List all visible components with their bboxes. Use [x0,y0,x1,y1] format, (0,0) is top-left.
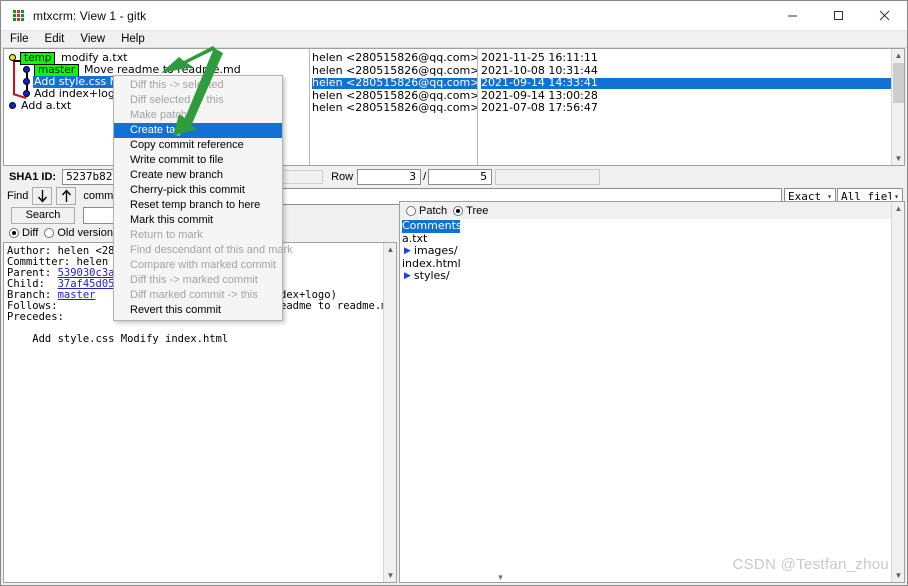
commit-node [23,78,30,85]
find-prev-up-icon[interactable] [56,187,77,205]
date-cell: 2021-11-25 16:11:11 [481,51,598,64]
commit-node [23,90,30,97]
minimize-button[interactable] [769,1,815,30]
ctx-reset-temp-branch-here[interactable]: Reset temp branch to here [114,198,282,213]
row-extra-spacer [495,169,601,185]
date-cell-selected: 2021-09-14 14:33:41 [481,77,904,89]
scroll-down-icon[interactable]: ▼ [892,569,904,582]
scroll-up-icon[interactable]: ▲ [384,243,396,256]
gitk-icon [10,8,26,24]
author-cell-selected: helen <280515826@qq.com> [312,76,478,89]
tree-item-label: styles/ [413,269,450,282]
detail-child-tail: eadme to readme.md) [280,300,397,312]
tree-item-comments[interactable]: Comments [402,219,462,233]
ctx-create-new-branch[interactable]: Create new branch [114,168,282,183]
close-button[interactable] [861,1,907,30]
tree-item-a-txt[interactable]: a.txt [402,232,891,246]
row-separator: / [423,171,427,183]
ctx-diff-this-to-marked: Diff this -> marked commit [130,274,258,286]
watermark: CSDN @Testfan_zhou [732,556,889,573]
author-cell: helen <280515826@qq.com> [312,63,478,77]
title-bar: mtxcrm: View 1 - gitk [1,1,907,31]
commit-subject: Add a.txt [21,99,72,112]
tree-scrollbar[interactable]: ▲ ▼ [891,202,904,582]
ctx-compare-with-marked: Compare with marked commit [130,259,277,271]
scroll-down-icon[interactable]: ▼ [384,569,396,582]
row-total-input: 5 [428,169,493,185]
tree-item-images[interactable]: ▶ images/ [402,244,891,258]
row-label: Row [331,171,354,183]
menu-edit[interactable]: Edit [38,31,72,47]
ctx-mark-this-commit[interactable]: Mark this commit [114,213,282,228]
ctx-diff-this-to-selected: Diff this -> selected [130,79,224,91]
ctx-find-descendant: Find descendant of this and mark [130,244,293,256]
commit-context-menu: Diff this -> selected Diff selected -> t… [113,75,293,321]
ctx-make-patch: Make patch [130,109,187,121]
tree-item-label: images/ [413,244,458,257]
date-cell: 2021-10-08 10:31:44 [481,63,598,77]
scroll-up-icon[interactable]: ▲ [892,49,904,62]
row-current-input[interactable]: 3 [357,169,422,185]
radio-diff-label: Diff [22,227,39,239]
window-title: mtxcrm: View 1 - gitk [33,8,147,23]
scroll-down-icon[interactable]: ▼ [892,152,904,165]
find-label: Find [7,190,29,202]
gitk-window: mtxcrm: View 1 - gitk File Edit View Hel… [0,0,908,586]
ctx-diff-selected-to-this: Diff selected -> this [130,94,224,106]
radio-old-version[interactable]: Old version [44,227,113,239]
file-tree-list[interactable]: Comments a.txt ▶ images/ index.html ▶ styl… [400,219,891,582]
maximize-button[interactable] [815,1,861,30]
author-column: helen <280515826@qq.com> helen <28051582… [310,49,478,165]
date-column: 2021-11-25 16:11:11 2021-10-08 10:31:44 … [478,49,904,165]
scrollbar-thumb[interactable] [893,63,904,103]
date-cell: 2021-07-08 17:56:47 [481,101,598,114]
radio-tree[interactable]: Tree [453,205,488,217]
commit-list-scrollbar[interactable]: ▲ ▼ [891,49,904,165]
file-tree-pane: Patch Tree Comments a.txt ▶ images/ index… [399,201,905,583]
ctx-return-to-mark: Return to mark [130,229,203,241]
radio-patch[interactable]: Patch [406,205,447,217]
patch-tree-toggle: Patch Tree [400,202,904,219]
tree-item-index-html[interactable]: index.html [402,257,891,271]
menu-help[interactable]: Help [114,31,152,47]
author-cell: helen <280515826@qq.com> [312,101,478,114]
ctx-diff-marked-to-this: Diff marked commit -> this [130,289,258,301]
tree-item-styles[interactable]: ▶ styles/ [402,269,891,283]
date-cell: 2021-09-14 13:00:28 [481,88,598,102]
ctx-copy-commit-reference[interactable]: Copy commit reference [114,138,282,153]
menu-file[interactable]: File [3,31,36,47]
commit-node [9,102,16,109]
branch-link[interactable]: master [58,289,96,301]
menu-view[interactable]: View [73,31,112,47]
scroll-up-icon[interactable]: ▲ [892,202,904,215]
window-controls [769,1,907,30]
commit-node-head [9,54,16,61]
radio-old-version-label: Old version [57,227,113,239]
tree-item-label: Comments [402,219,462,232]
radio-patch-label: Patch [419,204,448,217]
sha1-id-label: SHA1 ID: [9,171,57,183]
radio-indicator [453,205,464,216]
radio-tree-label: Tree [466,204,489,217]
ctx-cherry-pick-this-commit[interactable]: Cherry-pick this commit [114,183,282,198]
author-cell: helen <280515826@qq.com> [312,51,478,64]
commit-message: Add style.css Modify index.html [7,333,229,345]
triangle-right-icon[interactable]: ▶ [404,270,411,283]
ctx-write-commit-to-file[interactable]: Write commit to file [114,153,282,168]
details-scrollbar[interactable]: ▲ ▼ [383,243,396,582]
ctx-revert-this-commit[interactable]: Revert this commit [114,303,282,318]
commit-node [23,66,30,73]
triangle-right-icon[interactable]: ▶ [404,245,411,258]
radio-indicator [9,228,19,238]
author-cell: helen <280515826@qq.com> [312,88,478,102]
radio-indicator [44,228,55,238]
find-next-down-icon[interactable] [32,187,53,205]
details-scroll-down-icon[interactable]: ▼ [495,572,506,583]
menu-bar: File Edit View Help [1,31,907,48]
radio-diff[interactable]: Diff [9,227,38,239]
ctx-create-tag[interactable]: Create tag [114,123,282,138]
radio-indicator [406,205,416,216]
search-button[interactable]: Search [11,206,75,224]
